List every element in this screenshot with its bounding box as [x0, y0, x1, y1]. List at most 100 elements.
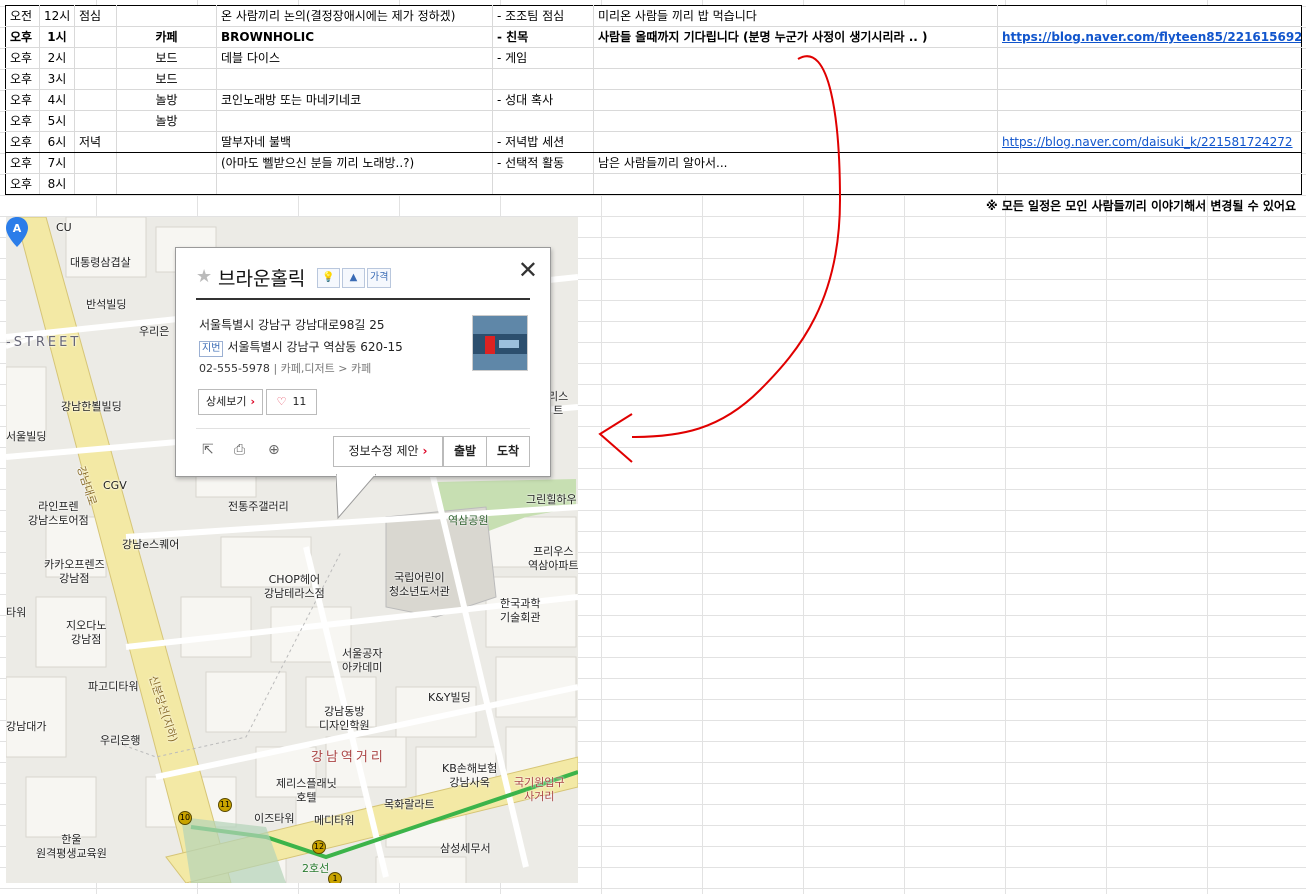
meal-cell[interactable] [74, 89, 117, 111]
hour-cell[interactable]: 1시 [39, 26, 75, 48]
link-cell[interactable] [997, 173, 1302, 195]
arrival-button[interactable]: 도착 [486, 436, 530, 467]
share-icon[interactable]: ⇱ [202, 442, 214, 458]
map-label-gukgiwon: 국기원입구 사거리 [514, 776, 565, 803]
label-cell[interactable]: - 성대 혹사 [492, 89, 594, 111]
map-pin-icon[interactable]: A [6, 217, 28, 247]
note-cell[interactable] [593, 131, 998, 153]
note-cell[interactable] [593, 68, 998, 90]
departure-button[interactable]: 출발 [443, 436, 487, 467]
ampm-cell[interactable]: 오후 [5, 131, 40, 153]
label-cell[interactable]: - 선택적 활동 [492, 152, 594, 174]
link-cell[interactable] [997, 89, 1302, 111]
meal-cell[interactable] [74, 110, 117, 132]
meal-cell[interactable] [74, 26, 117, 48]
link-cell[interactable] [997, 47, 1302, 69]
meal-cell[interactable] [74, 68, 117, 90]
hour-cell[interactable]: 12시 [39, 5, 75, 27]
ampm-cell[interactable]: 오후 [5, 26, 40, 48]
category-cell[interactable] [116, 131, 217, 153]
meal-cell[interactable] [74, 152, 117, 174]
ampm-cell[interactable]: 오후 [5, 89, 40, 111]
link-cell[interactable]: https://blog.naver.com/daisuki_k/2215817… [997, 131, 1302, 153]
place-thumbnail[interactable] [472, 315, 528, 371]
note-cell[interactable]: 사람들 올때까지 기다립니다 (분명 누군가 사정이 생기시리라 .. ) [593, 26, 998, 48]
station-exit-11: 11 [218, 798, 232, 812]
link-cell[interactable] [997, 110, 1302, 132]
link-cell[interactable] [997, 68, 1302, 90]
hour-cell[interactable]: 2시 [39, 47, 75, 69]
activity-cell[interactable]: (아마도 뻴받으신 분들 끼리 노래방..?) [216, 152, 493, 174]
link-cell[interactable] [997, 152, 1302, 174]
activity-cell[interactable]: BROWNHOLIC [216, 26, 493, 48]
category-cell[interactable]: 보드 [116, 47, 217, 69]
label-cell[interactable] [492, 68, 594, 90]
hour-cell[interactable]: 8시 [39, 173, 75, 195]
link-cell[interactable] [997, 5, 1302, 27]
map-label-chop: CHOP헤어 강남테라스점 [264, 573, 325, 600]
meal-cell[interactable] [74, 47, 117, 69]
category-cell[interactable]: 놀방 [116, 89, 217, 111]
price-badge[interactable]: 가격 [367, 268, 392, 288]
map-label-isuwon: 이즈타워 [254, 812, 295, 825]
map-label-woori1: 우리은 [139, 325, 170, 338]
suggest-edit-button[interactable]: 정보수정 제안 › [333, 436, 443, 467]
meal-cell[interactable] [74, 173, 117, 195]
print-icon[interactable]: ⎙ [234, 442, 245, 458]
close-icon[interactable]: ✕ [518, 258, 538, 282]
like-button[interactable]: ♡ 11 [266, 389, 317, 415]
ampm-cell[interactable]: 오후 [5, 110, 40, 132]
hour-cell[interactable]: 5시 [39, 110, 75, 132]
category-cell[interactable] [116, 5, 217, 27]
activity-cell[interactable]: 코인노래방 또는 마네키네코 [216, 89, 493, 111]
map-label-pagoda: 파고디타워 [88, 680, 139, 693]
label-cell[interactable]: - 조조팀 점심 [492, 5, 594, 27]
ampm-cell[interactable]: 오후 [5, 173, 40, 195]
ampm-cell[interactable]: 오전 [5, 5, 40, 27]
map-label-line2: 2호선 [302, 862, 330, 875]
activity-cell[interactable]: 데블 다이스 [216, 47, 493, 69]
ampm-cell[interactable]: 오후 [5, 68, 40, 90]
meal-cell[interactable]: 점심 [74, 5, 117, 27]
category-cell[interactable] [116, 173, 217, 195]
activity-cell[interactable] [216, 110, 493, 132]
blog-link[interactable]: https://blog.naver.com/daisuki_k/2215817… [1002, 135, 1293, 149]
activity-cell[interactable]: 딸부자네 불백 [216, 131, 493, 153]
road-address: 서울특별시 강남구 강남대로98길 25 [199, 318, 385, 332]
label-cell[interactable] [492, 173, 594, 195]
label-cell[interactable]: - 저녁밥 세션 [492, 131, 594, 153]
note-cell[interactable] [593, 47, 998, 69]
note-cell[interactable] [593, 110, 998, 132]
activity-cell[interactable]: 온 사람끼리 논의(결정장애시에는 제가 정하겠) [216, 5, 493, 27]
hour-cell[interactable]: 6시 [39, 131, 75, 153]
action-divider [196, 428, 530, 429]
ampm-cell[interactable]: 오후 [5, 47, 40, 69]
jibun-address: 서울특별시 강남구 역삼동 620-15 [227, 340, 403, 354]
category-cell[interactable]: 보드 [116, 68, 217, 90]
hour-cell[interactable]: 7시 [39, 152, 75, 174]
station-exit-1: 1 [328, 872, 342, 883]
category-cell[interactable]: 카페 [116, 26, 217, 48]
label-cell[interactable]: - 친목 [492, 26, 594, 48]
favorite-star-icon[interactable]: ★ [196, 266, 212, 287]
blog-link[interactable]: https://blog.naver.com/flyteen85/2216156… [1002, 30, 1301, 44]
category-cell[interactable]: 놀방 [116, 110, 217, 132]
activity-cell[interactable] [216, 68, 493, 90]
note-cell[interactable] [593, 89, 998, 111]
ampm-cell[interactable]: 오후 [5, 152, 40, 174]
note-cell[interactable]: 미리온 사람들 끼리 밥 먹습니다 [593, 5, 998, 27]
map-label-line-friends: 라인프렌 강남스토어점 [28, 500, 89, 527]
label-cell[interactable]: - 게임 [492, 47, 594, 69]
category-cell[interactable] [116, 152, 217, 174]
hour-cell[interactable]: 3시 [39, 68, 75, 90]
detail-button[interactable]: 상세보기 › [198, 389, 263, 415]
link-cell[interactable]: https://blog.naver.com/flyteen85/2216156… [997, 26, 1302, 48]
hour-cell[interactable]: 4시 [39, 89, 75, 111]
popup-tail [336, 474, 376, 520]
note-cell[interactable] [593, 173, 998, 195]
meal-cell[interactable]: 저녁 [74, 131, 117, 153]
label-cell[interactable] [492, 110, 594, 132]
zoom-in-icon[interactable]: ⊕ [268, 442, 280, 458]
note-cell[interactable]: 남은 사람들끼리 알아서... [593, 152, 998, 174]
activity-cell[interactable] [216, 173, 493, 195]
